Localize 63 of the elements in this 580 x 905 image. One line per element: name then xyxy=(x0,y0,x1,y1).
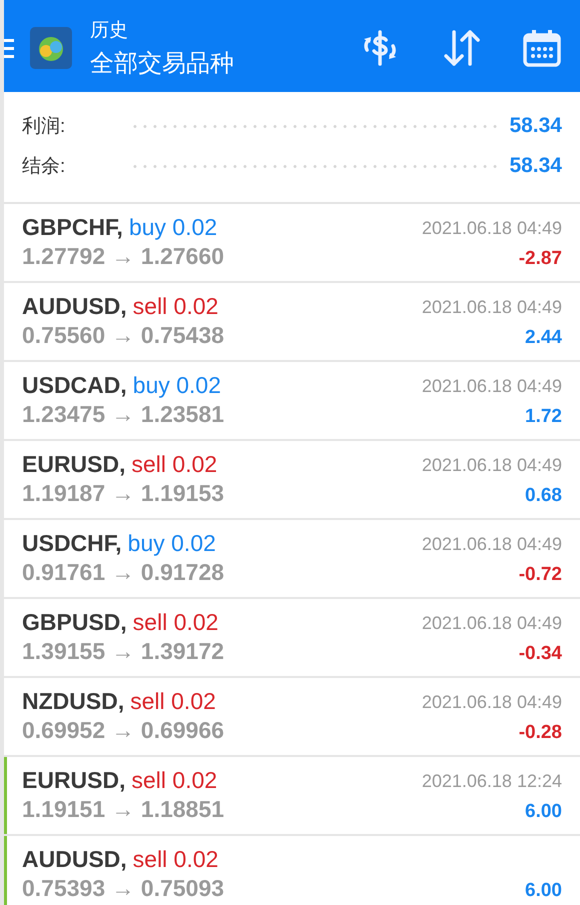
sort-icon[interactable] xyxy=(442,28,482,68)
profit-value: 0.68 xyxy=(525,485,562,507)
summary-label: 结余: xyxy=(22,155,66,179)
profit-value: -0.28 xyxy=(518,722,562,744)
profit-value: -2.87 xyxy=(518,248,562,270)
order-text: sell 0.02 xyxy=(132,451,218,478)
symbol-text: EURUSD, xyxy=(22,451,126,478)
price-range-text: 1.39155 → 1.39172 xyxy=(22,638,224,665)
trade-row[interactable]: GBPCHF, buy 0.02 1.27792 → 1.27660 2021.06.18 04:49 -2.87 xyxy=(4,204,580,283)
trade-row[interactable]: USDCHF, buy 0.02 0.91761 → 0.91728 2021.06.18 04:49 -0.72 xyxy=(4,520,580,599)
trade-row[interactable]: EURUSD, sell 0.02 1.19151 → 1.18851 2021.06.18 12:24 6.00 xyxy=(4,757,580,836)
order-text: sell 0.02 xyxy=(132,293,218,320)
app-logo-icon xyxy=(30,27,72,69)
order-text: sell 0.02 xyxy=(132,846,218,873)
order-text: buy 0.02 xyxy=(128,530,216,557)
price-range-text: 0.75393 → 0.75093 xyxy=(22,875,224,902)
trade-time: 2021.06.18 04:49 xyxy=(422,692,562,714)
screen-title: 历史 xyxy=(90,19,129,43)
trade-row[interactable]: EURUSD, sell 0.02 1.19187 → 1.19153 2021.06.18 04:49 0.68 xyxy=(4,441,580,520)
symbol-text: NZDUSD, xyxy=(22,688,124,715)
trade-row[interactable]: AUDUSD, sell 0.02 0.75393 → 0.75093 6.00 xyxy=(4,836,580,905)
profit-value: -0.72 xyxy=(518,564,562,586)
profit-value: 1.72 xyxy=(525,406,562,428)
symbol-text: USDCHF, xyxy=(22,530,122,557)
summary-value: 58.34 xyxy=(509,154,562,178)
order-text: buy 0.02 xyxy=(128,214,218,241)
symbol-text: AUDUSD, xyxy=(22,846,127,873)
trade-time: 2021.06.18 04:49 xyxy=(422,297,562,319)
price-range-text: 1.19151 → 1.18851 xyxy=(22,796,224,823)
trade-time: 2021.06.18 04:49 xyxy=(422,455,562,477)
trade-time: 2021.06.18 12:24 xyxy=(422,771,562,793)
profit-value: 6.00 xyxy=(525,801,562,823)
trade-row[interactable]: GBPUSD, sell 0.02 1.39155 → 1.39172 2021.06.18 04:49 -0.34 xyxy=(4,599,580,678)
trade-row[interactable]: NZDUSD, sell 0.02 0.69952 → 0.69966 2021.06.18 04:49 -0.28 xyxy=(4,678,580,757)
summary-label: 利润: xyxy=(22,115,66,139)
trade-row[interactable]: AUDUSD, sell 0.02 0.75560 → 0.75438 2021.06.18 04:49 2.44 xyxy=(4,283,580,362)
trade-time: 2021.06.18 04:49 xyxy=(422,534,562,556)
trade-time: 2021.06.18 04:49 xyxy=(422,218,562,240)
symbol-text: AUDUSD, xyxy=(22,293,127,320)
trade-time: 2021.06.18 04:49 xyxy=(422,376,562,398)
price-range-text: 1.23475 → 1.23581 xyxy=(22,401,224,428)
symbol-filter-title[interactable]: 全部交易品种 xyxy=(90,47,358,79)
order-text: sell 0.02 xyxy=(132,767,218,794)
price-range-text: 0.69952 → 0.69966 xyxy=(22,717,224,744)
symbol-text: EURUSD, xyxy=(22,767,126,794)
profit-value: 2.44 xyxy=(525,327,562,349)
symbol-text: GBPUSD, xyxy=(22,609,127,636)
symbol-text: GBPCHF, xyxy=(22,214,123,241)
price-range-text: 1.27792 → 1.27660 xyxy=(22,243,224,270)
summary-value: 58.34 xyxy=(509,114,562,138)
profit-value: -0.34 xyxy=(518,643,562,665)
symbol-text: USDCAD, xyxy=(22,372,127,399)
profit-value: 6.00 xyxy=(525,880,562,902)
order-text: buy 0.02 xyxy=(132,372,222,399)
menu-icon[interactable] xyxy=(4,37,14,59)
trade-row[interactable]: USDCAD, buy 0.02 1.23475 → 1.23581 2021.06.18 04:49 1.72 xyxy=(4,362,580,441)
calendar-icon[interactable] xyxy=(522,28,562,68)
price-range-text: 1.19187 → 1.19153 xyxy=(22,480,224,507)
price-range-text: 0.91761 → 0.91728 xyxy=(22,559,224,586)
order-text: sell 0.02 xyxy=(132,609,218,636)
order-text: sell 0.02 xyxy=(130,688,216,715)
price-range-text: 0.75560 → 0.75438 xyxy=(22,322,224,349)
trade-time: 2021.06.18 04:49 xyxy=(422,613,562,635)
